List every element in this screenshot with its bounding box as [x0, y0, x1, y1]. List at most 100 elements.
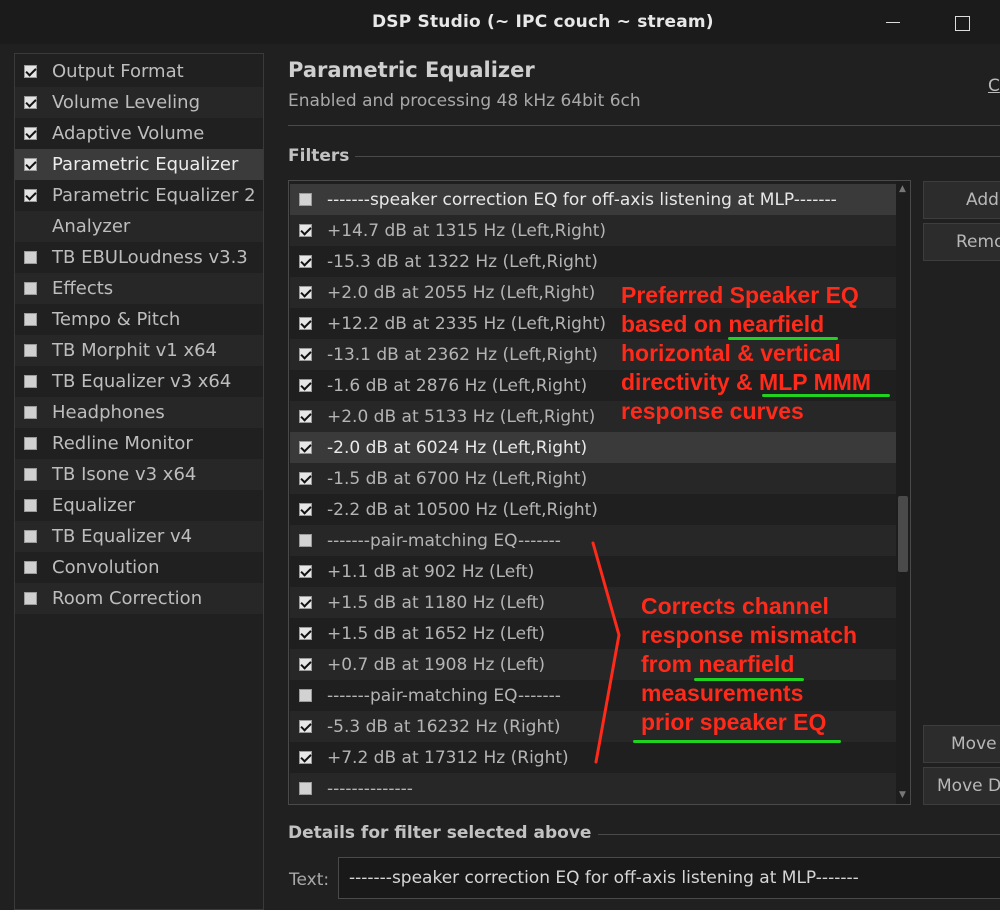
minimize-icon[interactable] [880, 8, 908, 36]
title-bar: DSP Studio (~ IPC couch ~ stream) [0, 0, 1000, 44]
filter-checkbox[interactable] [299, 689, 312, 702]
sidebar-item[interactable]: Adaptive Volume [15, 118, 263, 149]
checkbox[interactable] [24, 344, 37, 357]
checkbox[interactable] [24, 96, 37, 109]
sidebar-item[interactable]: TB Isone v3 x64 [15, 459, 263, 490]
annotation-line: prior speaker EQ [641, 709, 827, 735]
sidebar-item[interactable]: TB Equalizer v4 [15, 521, 263, 552]
filter-label: +1.5 dB at 1652 Hz (Left) [327, 624, 546, 644]
maximize-icon[interactable] [949, 8, 977, 36]
annotation-underline [728, 337, 838, 340]
remove-button[interactable]: Remo [923, 223, 1000, 261]
move-down-button-label: Move D [937, 776, 1000, 796]
sidebar-item[interactable]: Equalizer [15, 490, 263, 521]
filters-heading: Filters [288, 146, 350, 166]
filter-checkbox[interactable] [299, 565, 312, 578]
move-down-button[interactable]: Move D [923, 767, 1000, 805]
sidebar-item[interactable]: Analyzer [15, 211, 263, 242]
checkbox[interactable] [24, 561, 37, 574]
filter-row[interactable]: +14.7 dB at 1315 Hz (Left,Right) [290, 215, 897, 246]
filter-checkbox[interactable] [299, 410, 312, 423]
filter-checkbox[interactable] [299, 782, 312, 795]
text-label: Text: [289, 870, 330, 890]
move-up-button[interactable]: Move [923, 725, 1000, 763]
filter-checkbox[interactable] [299, 224, 312, 237]
sidebar-item-label: Parametric Equalizer [52, 154, 239, 175]
filter-label: -5.3 dB at 16232 Hz (Right) [327, 717, 561, 737]
scrollbar-thumb[interactable] [898, 496, 908, 572]
sidebar-item[interactable]: Parametric Equalizer [15, 149, 263, 180]
checkbox[interactable] [24, 251, 37, 264]
remove-button-label: Remo [956, 232, 1000, 252]
sidebar-item[interactable]: Convolution [15, 552, 263, 583]
checkbox[interactable] [24, 437, 37, 450]
filter-checkbox[interactable] [299, 255, 312, 268]
filter-row[interactable]: -2.0 dB at 6024 Hz (Left,Right) [290, 432, 897, 463]
sidebar-item[interactable]: Effects [15, 273, 263, 304]
checkbox[interactable] [24, 406, 37, 419]
annotation-underline [694, 678, 804, 681]
sidebar-item-label: Headphones [52, 402, 165, 423]
add-button[interactable]: Add [923, 181, 1000, 219]
filter-checkbox[interactable] [299, 317, 312, 330]
sidebar-item-label: TB Equalizer v3 x64 [52, 371, 232, 392]
annotation-underline [762, 394, 890, 397]
sidebar-item[interactable]: Output Format [15, 56, 263, 87]
filter-checkbox[interactable] [299, 441, 312, 454]
checkbox[interactable] [24, 189, 37, 202]
text-field[interactable] [338, 857, 1000, 899]
checkbox[interactable] [24, 499, 37, 512]
scrollbar[interactable] [896, 181, 910, 804]
checkbox[interactable] [24, 127, 37, 140]
annotation-line: response mismatch [641, 622, 858, 648]
filter-checkbox[interactable] [299, 627, 312, 640]
window-title: DSP Studio (~ IPC couch ~ stream) [372, 12, 714, 32]
filter-checkbox[interactable] [299, 348, 312, 361]
filter-row[interactable]: -15.3 dB at 1322 Hz (Left,Right) [290, 246, 897, 277]
sidebar-item[interactable]: Room Correction [15, 583, 263, 614]
checkbox[interactable] [24, 282, 37, 295]
sidebar-item-label: Equalizer [52, 495, 136, 516]
checkbox[interactable] [24, 530, 37, 543]
annotation-line: directivity & MLP MMM [621, 369, 872, 395]
sidebar-item[interactable]: TB EBULoudness v3.3 [15, 242, 263, 273]
checkbox[interactable] [24, 375, 37, 388]
annotation-top: Preferred Speaker EQ based on nearfield … [621, 281, 871, 426]
checkbox[interactable] [24, 468, 37, 481]
filter-label: -15.3 dB at 1322 Hz (Left,Right) [327, 252, 598, 272]
filter-checkbox[interactable] [299, 503, 312, 516]
filter-row[interactable]: -2.2 dB at 10500 Hz (Left,Right) [290, 494, 897, 525]
filter-label: +7.2 dB at 17312 Hz (Right) [327, 748, 569, 768]
filter-checkbox[interactable] [299, 193, 312, 206]
sidebar-item[interactable]: TB Equalizer v3 x64 [15, 366, 263, 397]
corner-link[interactable]: C [988, 76, 1000, 96]
filter-checkbox[interactable] [299, 658, 312, 671]
sidebar-item[interactable]: Volume Leveling [15, 87, 263, 118]
filter-row[interactable]: -------speaker correction EQ for off-axi… [290, 184, 897, 215]
sidebar-item[interactable]: Parametric Equalizer 2 [15, 180, 263, 211]
sidebar-item-label: Redline Monitor [52, 433, 193, 454]
sidebar-item[interactable]: Headphones [15, 397, 263, 428]
filter-row[interactable]: -1.5 dB at 6700 Hz (Left,Right) [290, 463, 897, 494]
checkbox[interactable] [24, 313, 37, 326]
checkbox[interactable] [24, 65, 37, 78]
filter-checkbox[interactable] [299, 751, 312, 764]
sidebar-item-label: Analyzer [52, 216, 131, 237]
sidebar-item[interactable]: TB Morphit v1 x64 [15, 335, 263, 366]
filter-checkbox[interactable] [299, 720, 312, 733]
filter-checkbox[interactable] [299, 472, 312, 485]
filter-label: +14.7 dB at 1315 Hz (Left,Right) [327, 221, 607, 241]
filter-checkbox[interactable] [299, 379, 312, 392]
filter-checkbox[interactable] [299, 286, 312, 299]
sidebar-item[interactable]: Redline Monitor [15, 428, 263, 459]
checkbox[interactable] [24, 158, 37, 171]
page-title: Parametric Equalizer [288, 58, 535, 82]
checkbox[interactable] [24, 592, 37, 605]
sidebar-item[interactable]: Tempo & Pitch [15, 304, 263, 335]
filter-checkbox[interactable] [299, 534, 312, 547]
filter-checkbox[interactable] [299, 596, 312, 609]
scroll-up-icon[interactable]: ▲ [899, 184, 906, 194]
scroll-down-icon[interactable]: ▼ [899, 790, 906, 800]
filter-label: +1.5 dB at 1180 Hz (Left) [327, 593, 546, 613]
filter-row[interactable]: -------------- [290, 773, 897, 804]
